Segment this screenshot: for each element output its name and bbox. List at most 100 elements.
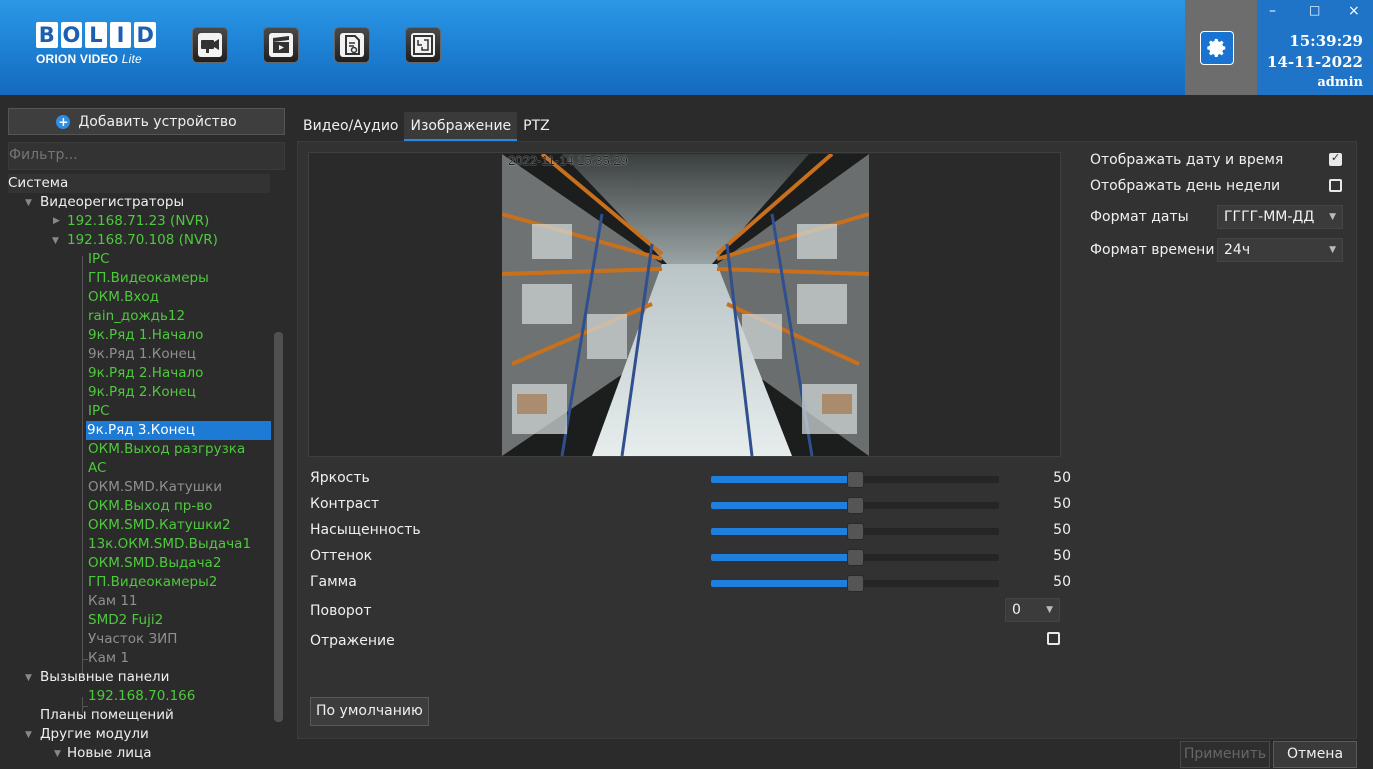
time-format-value: 24ч bbox=[1224, 242, 1251, 258]
slider-fill bbox=[711, 554, 853, 561]
tree-item-camera[interactable]: SMD2 Fuji2 bbox=[88, 611, 163, 630]
brightness-slider-row: Яркость 50 bbox=[310, 470, 1080, 490]
tree-item-camera[interactable]: ГП.Видеокамеры2 bbox=[88, 573, 217, 592]
brightness-value: 50 bbox=[1053, 470, 1071, 486]
tree-item-nvr[interactable]: 192.168.70.108 (NVR) bbox=[67, 231, 218, 250]
archive-nav-button[interactable] bbox=[263, 27, 299, 63]
tree-item-camera[interactable]: Кам 1 bbox=[88, 649, 129, 668]
time-format-label: Формат времени bbox=[1090, 242, 1215, 258]
rotation-select[interactable]: 0 ▼ bbox=[1005, 598, 1060, 622]
bolid-logo: BOLID ORION VIDEO Lite bbox=[36, 22, 156, 78]
show-weekday-checkbox[interactable] bbox=[1329, 179, 1342, 192]
tree-item-camera[interactable]: 9к.Ряд 1.Конец bbox=[88, 345, 196, 364]
apply-button[interactable]: Применить bbox=[1180, 741, 1270, 768]
tree-scrollbar[interactable] bbox=[274, 332, 283, 722]
gear-icon bbox=[1207, 38, 1226, 57]
slider-handle[interactable] bbox=[847, 523, 864, 540]
saturation-slider-row: Насыщенность 50 bbox=[310, 522, 1080, 542]
tree-item-camera[interactable]: Участок ЗИП bbox=[88, 630, 177, 649]
time-format-select[interactable]: 24ч ▼ bbox=[1217, 238, 1343, 262]
slider-handle[interactable] bbox=[847, 549, 864, 566]
tree-item-camera[interactable]: 13к.ОКМ.SMD.Выдача1 bbox=[88, 535, 251, 554]
tree-item-camera[interactable]: ОКМ.SMD.Катушки bbox=[88, 478, 222, 497]
tree-item-camera[interactable]: 9к.Ряд 1.Начало bbox=[88, 326, 203, 345]
plans-nav-button[interactable] bbox=[405, 27, 441, 63]
expand-arrow-icon[interactable]: ▼ bbox=[25, 198, 32, 208]
tree-item-camera-selected[interactable]: 9к.Ряд 3.Конец bbox=[86, 421, 271, 440]
tree-item-floor-plans[interactable]: Планы помещений bbox=[40, 706, 174, 725]
tree-scrollbar-thumb[interactable] bbox=[274, 332, 283, 722]
brightness-slider[interactable] bbox=[711, 471, 999, 488]
hue-label: Оттенок bbox=[310, 548, 373, 564]
add-device-label: Добавить устройство bbox=[78, 113, 237, 130]
minimize-button[interactable]: – bbox=[1269, 3, 1276, 19]
collapse-arrow-icon[interactable]: ▶ bbox=[53, 216, 60, 226]
expand-arrow-icon[interactable]: ▼ bbox=[25, 730, 32, 740]
saturation-slider[interactable] bbox=[711, 523, 999, 540]
tab-video-audio[interactable]: Видео/Аудио bbox=[297, 112, 404, 141]
mirror-label: Отражение bbox=[310, 633, 395, 649]
clock-panel: – □ × 15:39:29 14-11-2022 admin bbox=[1257, 0, 1373, 95]
slider-handle[interactable] bbox=[847, 575, 864, 592]
tree-item-camera[interactable]: 9к.Ряд 2.Конец bbox=[88, 383, 196, 402]
hue-value: 50 bbox=[1053, 548, 1071, 564]
saturation-label: Насыщенность bbox=[310, 522, 421, 538]
expand-arrow-icon[interactable]: ▼ bbox=[25, 673, 32, 683]
reports-nav-button[interactable] bbox=[334, 27, 370, 63]
cancel-button[interactable]: Отмена bbox=[1273, 741, 1357, 768]
device-tree: Система ▼ Видеорегистраторы ▶ 192.168.71… bbox=[8, 174, 272, 769]
tree-item-camera[interactable]: ГП.Видеокамеры bbox=[88, 269, 209, 288]
tree-item-camera[interactable]: ОКМ.SMD.Катушки2 bbox=[88, 516, 231, 535]
expand-arrow-icon[interactable]: ▼ bbox=[52, 236, 59, 246]
tree-item-new-faces[interactable]: Новые лица bbox=[67, 744, 152, 763]
add-device-button[interactable]: + Добавить устройство bbox=[8, 108, 285, 135]
slider-fill bbox=[711, 476, 853, 483]
tree-item-camera[interactable]: 9к.Ряд 2.Начало bbox=[88, 364, 203, 383]
tree-item-nvr-group[interactable]: Видеорегистраторы bbox=[40, 193, 184, 212]
show-datetime-checkbox[interactable] bbox=[1329, 151, 1342, 166]
plus-circle-icon: + bbox=[56, 114, 71, 129]
cameras-nav-button[interactable] bbox=[192, 27, 228, 63]
image-settings-panel: 2022-11-14 15:35:29 Яркость 50 Контраст … bbox=[297, 141, 1357, 739]
expand-arrow-icon[interactable]: ▼ bbox=[54, 749, 61, 759]
filter-input[interactable] bbox=[9, 147, 279, 163]
video-timestamp-overlay: 2022-11-14 15:35:29 bbox=[508, 153, 628, 168]
tree-item-camera[interactable]: AC bbox=[88, 459, 106, 478]
maximize-button[interactable]: □ bbox=[1309, 3, 1320, 17]
mirror-checkbox[interactable] bbox=[1047, 632, 1060, 645]
tree-item-call-panels[interactable]: Вызывные панели bbox=[40, 668, 169, 687]
saturation-value: 50 bbox=[1053, 522, 1071, 538]
logo-wordmark: BOLID bbox=[36, 22, 156, 48]
tree-item-camera[interactable]: IPC bbox=[88, 402, 110, 421]
tab-ptz[interactable]: PTZ bbox=[517, 112, 556, 141]
slider-fill bbox=[711, 580, 853, 587]
slider-handle[interactable] bbox=[847, 497, 864, 514]
tree-item-camera[interactable]: Кам 11 bbox=[88, 592, 138, 611]
tab-image[interactable]: Изображение bbox=[404, 112, 518, 141]
gamma-slider[interactable] bbox=[711, 575, 999, 592]
settings-tabs: Видео/Аудио Изображение PTZ bbox=[297, 112, 556, 141]
tree-item-camera[interactable]: IPC bbox=[88, 250, 110, 269]
date-format-select[interactable]: ГГГГ-ММ-ДД ▼ bbox=[1217, 205, 1343, 229]
settings-area bbox=[1185, 0, 1257, 95]
chevron-down-icon: ▼ bbox=[1329, 212, 1336, 222]
hue-slider[interactable] bbox=[711, 549, 999, 566]
slider-fill bbox=[711, 528, 853, 535]
filter-field[interactable] bbox=[8, 142, 285, 170]
close-button[interactable]: × bbox=[1348, 3, 1360, 19]
tree-item-nvr[interactable]: 192.168.71.23 (NVR) bbox=[67, 212, 209, 231]
tree-item-camera[interactable]: ОКМ.Выход разгрузка bbox=[88, 440, 245, 459]
clock-time: 15:39:29 bbox=[1289, 32, 1363, 50]
tree-item-camera[interactable]: rain_дождь12 bbox=[88, 307, 185, 326]
tree-item-camera[interactable]: ОКМ.Вход bbox=[88, 288, 159, 307]
settings-button[interactable] bbox=[1200, 31, 1234, 65]
tree-item-other-modules[interactable]: Другие модули bbox=[40, 725, 149, 744]
tree-item-camera[interactable]: ОКМ.Выход пр-во bbox=[88, 497, 212, 516]
tree-item-camera[interactable]: ОКМ.SMD.Выдача2 bbox=[88, 554, 221, 573]
reset-defaults-button[interactable]: По умолчанию bbox=[310, 697, 429, 726]
contrast-slider[interactable] bbox=[711, 497, 999, 514]
tree-item-call-panel[interactable]: 192.168.70.166 bbox=[88, 687, 195, 706]
slider-handle[interactable] bbox=[847, 471, 864, 488]
date-format-label: Формат даты bbox=[1090, 209, 1189, 225]
tree-item-system[interactable]: Система bbox=[8, 174, 270, 193]
